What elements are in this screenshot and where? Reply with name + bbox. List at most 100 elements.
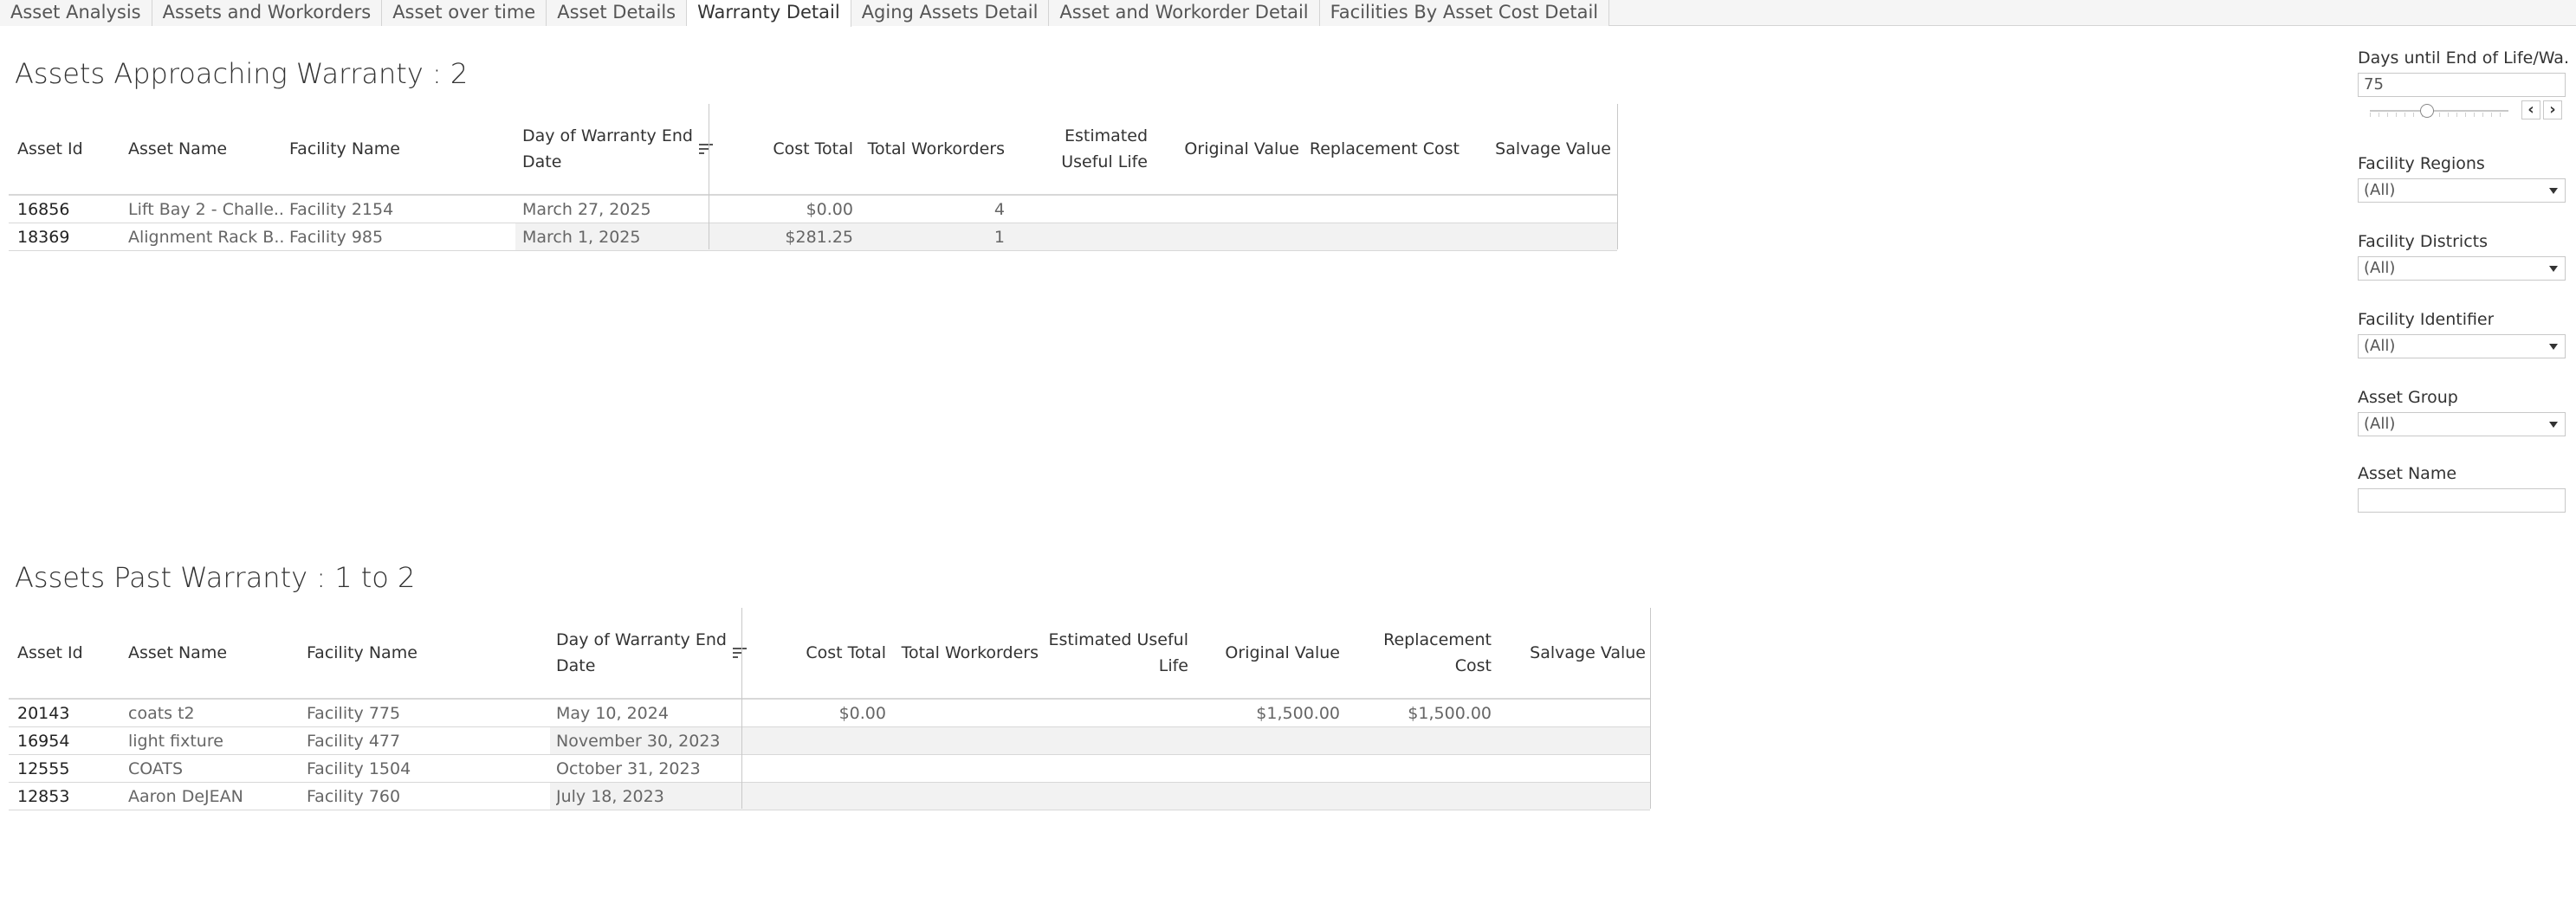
identifier-dropdown-value: (All) — [2364, 337, 2396, 355]
cell-asset-name: light fixture — [128, 732, 223, 751]
column-header-useful-life[interactable]: Estimated Useful Life — [1045, 608, 1188, 698]
days-slider-ticks — [2370, 113, 2508, 117]
approaching-title: Assets Approaching Warranty : 2 — [15, 57, 469, 90]
cell-cost-total: $0.00 — [838, 704, 886, 723]
districts-dropdown[interactable]: (All) — [2358, 256, 2566, 281]
regions-filter-label: Facility Regions — [2358, 154, 2485, 173]
cell-asset-name: Alignment Rack B.. — [128, 228, 284, 247]
column-header-label: Facility Name — [307, 643, 417, 662]
cell-useful-life — [1013, 223, 1148, 251]
cell-salvage-value — [1498, 727, 1646, 755]
cell-total-workorders — [894, 727, 1039, 755]
column-header-label: Total Workorders — [867, 139, 1005, 158]
regions-dropdown[interactable]: (All) — [2358, 178, 2566, 203]
column-header-label: Facility Name — [289, 139, 400, 158]
column-header-salvage-value[interactable]: Salvage Value — [1472, 104, 1611, 194]
tab-asset-and-workorder-detail[interactable]: Asset and Workorder Detail — [1049, 0, 1320, 26]
table-row[interactable]: 12853 Aaron DeJEAN Facility 760 July 18, 20… — [9, 783, 1650, 810]
days-slider-thumb[interactable] — [2420, 104, 2434, 118]
tab-facilities-by-asset-cost-detail[interactable]: Facilities By Asset Cost Detail — [1319, 0, 1610, 26]
column-header-original-value[interactable]: Original Value — [1197, 608, 1340, 698]
cell-useful-life — [1045, 755, 1188, 783]
tab-assets-and-workorders[interactable]: Assets and Workorders — [152, 0, 383, 26]
chevron-down-icon — [2549, 188, 2558, 194]
tab-aging-assets-detail[interactable]: Aging Assets Detail — [851, 0, 1050, 26]
column-header-label: Asset Id — [17, 139, 83, 158]
cell-total-workorders — [894, 700, 1039, 727]
row-divider — [9, 250, 1617, 251]
column-header-label: Salvage Value — [1495, 139, 1611, 158]
column-header-cost-total[interactable]: Cost Total — [732, 104, 853, 194]
cell-facility-name: Facility 1504 — [307, 759, 411, 778]
cell-cost-total — [762, 755, 886, 783]
column-header-asset-id[interactable]: Asset Id — [17, 104, 113, 194]
cell-facility-name: Facility 775 — [307, 704, 401, 723]
tab-asset-details[interactable]: Asset Details — [547, 0, 688, 26]
cell-warranty-end: May 10, 2024 — [556, 704, 669, 723]
sort-icon[interactable] — [731, 644, 748, 662]
identifier-filter-label: Facility Identifier — [2358, 310, 2495, 329]
table-row[interactable]: 16856 Lift Bay 2 - Challe.. Facility 2154 M… — [9, 196, 1617, 223]
cell-useful-life — [1013, 196, 1148, 223]
column-header-original-value[interactable]: Original Value — [1156, 104, 1299, 194]
column-header-total-workorders[interactable]: Total Workorders — [862, 104, 1005, 194]
column-header-cost-total[interactable]: Cost Total — [762, 608, 886, 698]
cell-asset-id: 20143 — [17, 704, 70, 723]
column-header-label: Day of Warranty End Date — [556, 630, 727, 675]
increment-button[interactable]: › — [2543, 100, 2562, 119]
column-header-asset-id[interactable]: Asset Id — [17, 608, 113, 698]
cell-asset-id: 12853 — [17, 787, 70, 806]
cell-warranty-end: October 31, 2023 — [556, 759, 701, 778]
column-header-label: Total Workorders — [901, 643, 1039, 662]
sort-icon[interactable] — [697, 140, 715, 158]
tab-asset-analysis[interactable]: Asset Analysis — [0, 0, 152, 26]
column-header-useful-life[interactable]: Estimated Useful Life — [1013, 104, 1148, 194]
cell-replacement-cost — [1347, 783, 1492, 810]
districts-filter-label: Facility Districts — [2358, 232, 2488, 251]
table-row[interactable]: 20143 coats t2 Facility 775 May 10, 2024 $0.… — [9, 700, 1650, 727]
column-header-warranty-end[interactable]: Day of Warranty End Date — [522, 104, 715, 194]
cell-warranty-end: March 1, 2025 — [522, 228, 641, 247]
asset-name-input[interactable] — [2358, 488, 2566, 513]
tab-asset-over-time[interactable]: Asset over time — [382, 0, 547, 26]
cell-facility-name: Facility 985 — [289, 228, 384, 247]
cell-original-value: $1,500.00 — [1256, 704, 1340, 723]
cell-warranty-end: November 30, 2023 — [556, 732, 721, 751]
tab-warranty-detail[interactable]: Warranty Detail — [687, 0, 851, 27]
group-filter-label: Asset Group — [2358, 388, 2458, 407]
days-slider-track[interactable] — [2370, 110, 2508, 112]
column-header-warranty-end[interactable]: Day of Warranty End Date — [556, 608, 748, 698]
column-header-facility-name[interactable]: Facility Name — [289, 104, 515, 194]
cell-cost-total — [762, 783, 886, 810]
cell-total-workorders — [894, 755, 1039, 783]
column-header-replacement-cost[interactable]: Replacement Cost — [1347, 608, 1492, 698]
column-header-total-workorders[interactable]: Total Workorders — [894, 608, 1039, 698]
cell-original-value — [1197, 783, 1340, 810]
decrement-button[interactable]: ‹ — [2521, 100, 2540, 119]
days-input[interactable]: 75 — [2358, 73, 2566, 97]
column-header-asset-name[interactable]: Asset Name — [128, 104, 284, 194]
chevron-down-icon — [2549, 344, 2558, 350]
table-row[interactable]: 16954 light fixture Facility 477 November 3… — [9, 727, 1650, 755]
cell-facility-name: Facility 2154 — [289, 200, 394, 219]
column-header-salvage-value[interactable]: Salvage Value — [1498, 608, 1646, 698]
column-header-replacement-cost[interactable]: Replacement Cost — [1308, 104, 1460, 194]
cell-asset-name: Lift Bay 2 - Challe.. — [128, 200, 284, 219]
column-header-facility-name[interactable]: Facility Name — [307, 608, 549, 698]
cell-asset-id: 16856 — [17, 200, 70, 219]
column-header-label: Asset Id — [17, 643, 83, 662]
table-row[interactable]: 18369 Alignment Rack B.. Facility 985 March… — [9, 223, 1617, 251]
column-header-label: Estimated Useful Life — [1061, 126, 1148, 171]
cell-useful-life — [1045, 700, 1188, 727]
column-header-label: Replacement Cost — [1383, 630, 1492, 675]
cell-asset-name: Aaron DeJEAN — [128, 787, 243, 806]
column-header-label: Original Value — [1225, 643, 1340, 662]
cell-replacement-cost — [1347, 755, 1492, 783]
cell-cost-total: $281.25 — [785, 228, 853, 247]
chevron-down-icon — [2549, 422, 2558, 428]
group-dropdown[interactable]: (All) — [2358, 412, 2566, 436]
column-header-asset-name[interactable]: Asset Name — [128, 608, 293, 698]
identifier-dropdown[interactable]: (All) — [2358, 334, 2566, 358]
cell-warranty-end: March 27, 2025 — [522, 200, 651, 219]
table-row[interactable]: 12555 COATS Facility 1504 October 31, 2023 — [9, 755, 1650, 783]
